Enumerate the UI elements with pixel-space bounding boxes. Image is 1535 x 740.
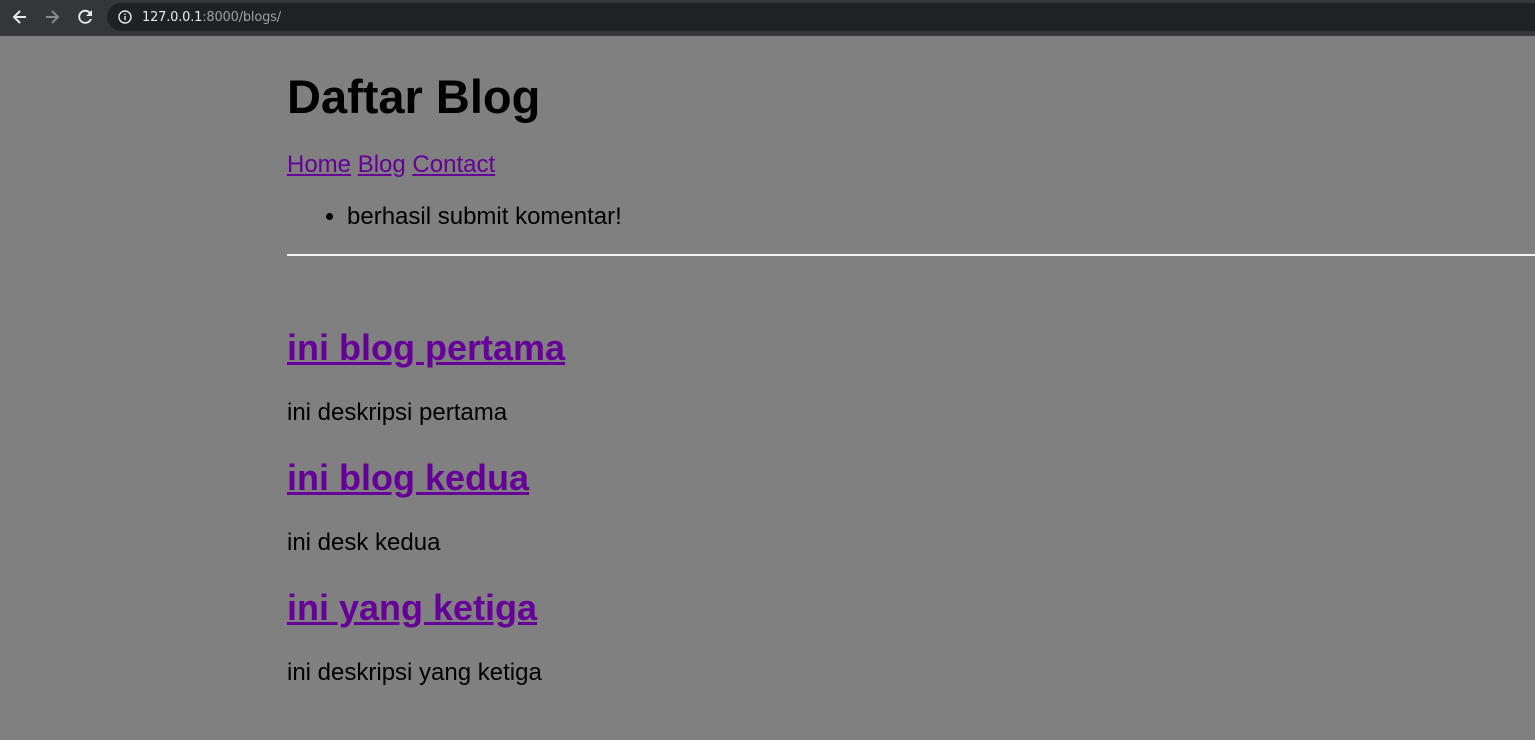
message-item: berhasil submit komentar! [347, 202, 1535, 232]
blog-description: ini deskripsi yang ketiga [287, 659, 542, 686]
forward-button[interactable] [39, 4, 65, 30]
blog-title: ini blog pertama [287, 328, 1535, 368]
arrow-left-icon [12, 10, 26, 24]
main-nav: Home Blog Contact [287, 150, 1535, 180]
url-path: :8000/blogs/ [202, 9, 281, 25]
blog-item: ini yang ketiga ini deskripsi yang ketig… [287, 588, 1535, 688]
nav-link-blog[interactable]: Blog [358, 151, 406, 178]
arrow-right-icon [46, 10, 60, 24]
page-content: Daftar Blog Home Blog Contact berhasil s… [287, 36, 1535, 718]
blog-title: ini yang ketiga [287, 588, 1535, 628]
blog-list: ini blog pertama ini deskripsi pertama i… [287, 328, 1535, 688]
nav-link-home[interactable]: Home [287, 151, 351, 178]
blog-item: ini blog pertama ini deskripsi pertama [287, 328, 1535, 428]
url-text[interactable]: 127.0.0.1:8000/blogs/ [142, 10, 281, 25]
blog-item: ini blog kedua ini desk kedua [287, 458, 1535, 558]
page-title: Daftar Blog [287, 70, 541, 123]
back-button[interactable] [7, 4, 33, 30]
address-bar[interactable]: 127.0.0.1:8000/blogs/ [107, 3, 1535, 31]
blog-description: ini deskripsi pertama [287, 399, 508, 426]
reload-icon [78, 9, 92, 24]
nav-link-contact[interactable]: Contact [412, 151, 495, 178]
blog-title: ini blog kedua [287, 458, 1535, 498]
divider [287, 254, 1535, 256]
info-icon[interactable] [117, 9, 133, 25]
browser-toolbar: 127.0.0.1:8000/blogs/ [0, 0, 1535, 36]
blog-title-link[interactable]: ini yang ketiga [287, 587, 537, 628]
blog-description: ini desk kedua [287, 529, 441, 556]
message-list: berhasil submit komentar! [287, 202, 1535, 232]
url-host: 127.0.0.1 [142, 9, 203, 25]
blog-title-link[interactable]: ini blog kedua [287, 457, 529, 498]
blog-title-link[interactable]: ini blog pertama [287, 327, 565, 368]
reload-button[interactable] [72, 4, 98, 30]
